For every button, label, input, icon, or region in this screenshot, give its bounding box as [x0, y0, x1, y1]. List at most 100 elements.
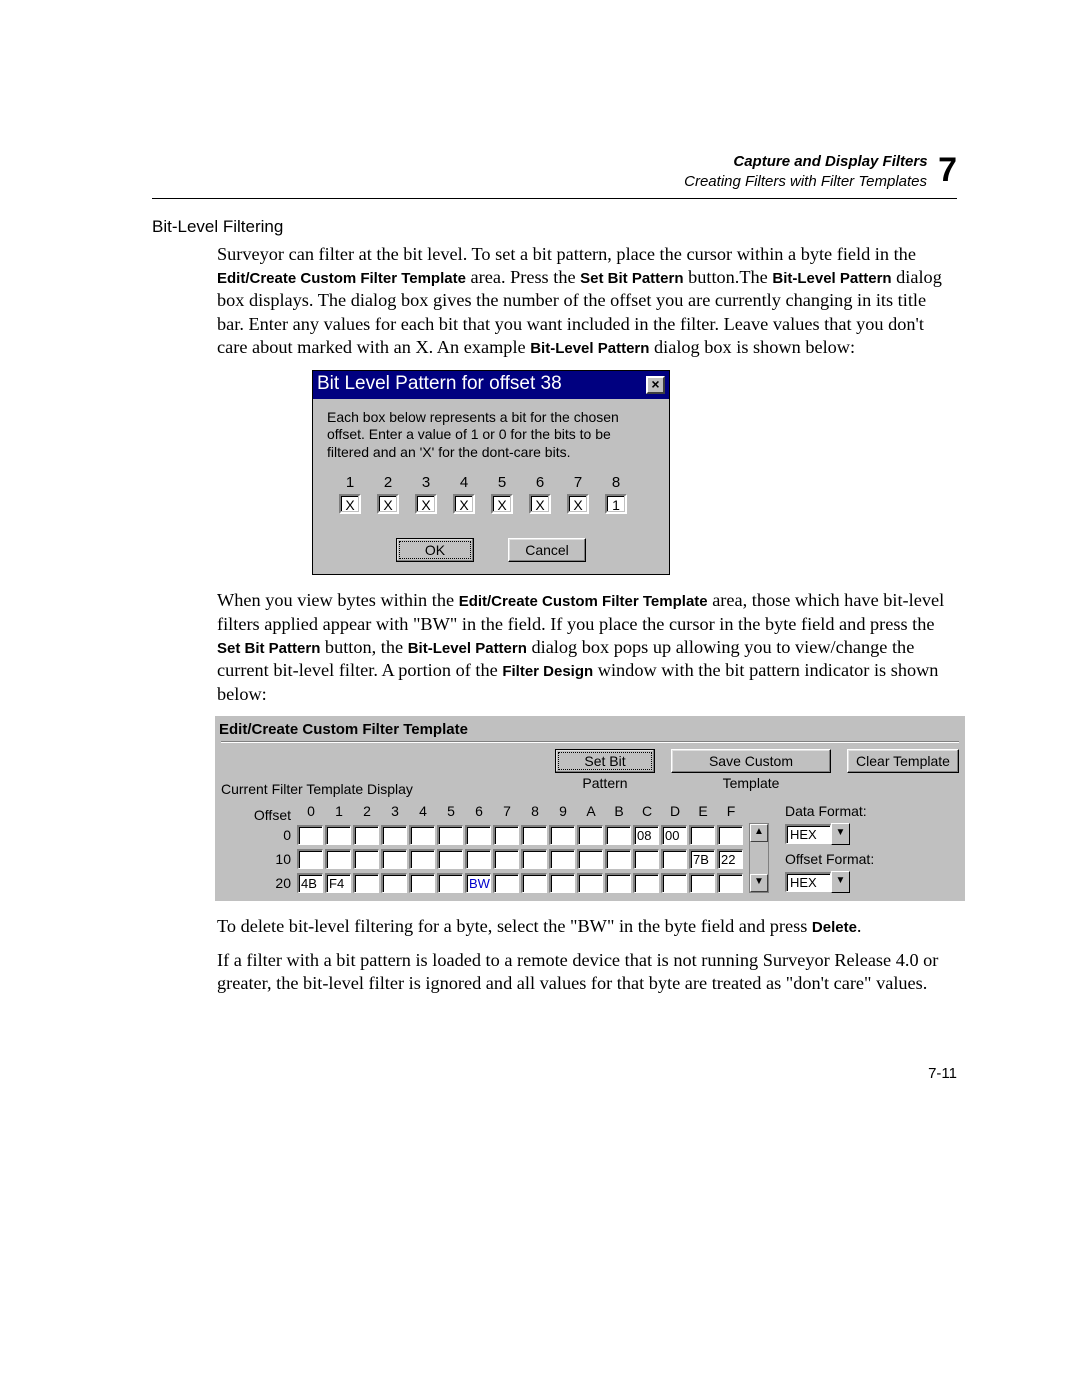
byte-cell[interactable]	[605, 849, 631, 869]
bit-label: 5	[483, 473, 521, 492]
byte-cell[interactable]	[325, 849, 351, 869]
cancel-button[interactable]: Cancel	[508, 538, 586, 562]
dialog-title: Bit Level Pattern for offset 38	[317, 372, 562, 396]
bit-input[interactable]: X	[567, 494, 589, 514]
bit-input[interactable]: X	[377, 494, 399, 514]
bit-input[interactable]: 1	[605, 494, 627, 514]
scroll-up-icon[interactable]: ▲	[750, 824, 768, 842]
save-custom-template-button[interactable]: Save Custom Template	[671, 749, 831, 773]
byte-cell[interactable]	[689, 825, 715, 845]
offset-format-select[interactable]: HEX ▼	[785, 871, 850, 893]
byte-cell[interactable]	[521, 825, 547, 845]
col-header: 3	[381, 803, 409, 823]
byte-cell[interactable]: 4B	[297, 873, 323, 893]
bit-label: 6	[521, 473, 559, 492]
col-header: A	[577, 803, 605, 823]
clear-template-button[interactable]: Clear Template	[847, 749, 959, 773]
byte-cell[interactable]	[325, 825, 351, 845]
chapter-number: 7	[938, 153, 957, 187]
col-header: 2	[353, 803, 381, 823]
col-header: E	[689, 803, 717, 823]
scroll-down-icon[interactable]: ▼	[750, 874, 768, 892]
bit-label: 2	[369, 473, 407, 492]
chevron-down-icon[interactable]: ▼	[831, 823, 850, 845]
bit-input[interactable]: X	[339, 494, 361, 514]
bit-input[interactable]: X	[529, 494, 551, 514]
byte-cell[interactable]: 08	[633, 825, 659, 845]
filter-template-panel: Edit/Create Custom Filter Template Set B…	[215, 716, 965, 901]
byte-cell[interactable]	[381, 849, 407, 869]
scrollbar[interactable]: ▲ ▼	[749, 823, 769, 893]
paragraph-4: If a filter with a bit pattern is loaded…	[217, 949, 957, 996]
paragraph-3: To delete bit-level filtering for a byte…	[217, 915, 957, 938]
close-icon[interactable]: ×	[646, 376, 665, 394]
byte-cell[interactable]	[493, 873, 519, 893]
byte-cell[interactable]	[409, 849, 435, 869]
byte-cell[interactable]	[381, 825, 407, 845]
byte-cell[interactable]	[297, 825, 323, 845]
byte-cell[interactable]	[661, 849, 687, 869]
group-title: Edit/Create Custom Filter Template	[219, 720, 959, 739]
byte-cell[interactable]	[605, 873, 631, 893]
bit-input[interactable]: X	[453, 494, 475, 514]
byte-cell[interactable]	[437, 849, 463, 869]
byte-cell[interactable]	[605, 825, 631, 845]
col-header: 8	[521, 803, 549, 823]
byte-cell[interactable]	[493, 825, 519, 845]
col-header: D	[661, 803, 689, 823]
col-header: 9	[549, 803, 577, 823]
byte-cell[interactable]	[661, 873, 687, 893]
set-bit-pattern-button[interactable]: Set Bit Pattern	[555, 749, 655, 773]
byte-cell[interactable]	[577, 873, 603, 893]
byte-cell[interactable]: F4	[325, 873, 351, 893]
byte-cell[interactable]: 22	[717, 849, 743, 869]
byte-cell[interactable]	[409, 825, 435, 845]
col-header: F	[717, 803, 745, 823]
byte-cell[interactable]: 7B	[689, 849, 715, 869]
byte-cell[interactable]	[577, 825, 603, 845]
byte-cell[interactable]	[297, 849, 323, 869]
col-header: 5	[437, 803, 465, 823]
offset-label: Offset	[221, 803, 291, 823]
byte-cell[interactable]	[465, 849, 491, 869]
dialog-text: Each box below represents a bit for the …	[327, 409, 655, 462]
byte-cell[interactable]	[353, 873, 379, 893]
bit-input[interactable]: X	[415, 494, 437, 514]
byte-cell[interactable]	[521, 873, 547, 893]
byte-cell[interactable]	[689, 873, 715, 893]
byte-cell[interactable]	[549, 849, 575, 869]
col-header: C	[633, 803, 661, 823]
header-line2: Creating Filters with Filter Templates	[684, 173, 927, 192]
bit-input[interactable]: X	[491, 494, 513, 514]
byte-cell[interactable]	[549, 873, 575, 893]
byte-cell[interactable]	[549, 825, 575, 845]
offset-format-label: Offset Format:	[785, 851, 874, 869]
byte-cell[interactable]: 00	[661, 825, 687, 845]
byte-cell[interactable]: BW	[465, 873, 491, 893]
byte-cell[interactable]	[717, 873, 743, 893]
ok-button[interactable]: OK	[396, 538, 474, 562]
paragraph-2: When you view bytes within the Edit/Crea…	[217, 589, 957, 706]
data-format-select[interactable]: HEX ▼	[785, 823, 850, 845]
byte-cell[interactable]	[493, 849, 519, 869]
dialog-titlebar: Bit Level Pattern for offset 38 ×	[313, 371, 669, 399]
byte-cell[interactable]	[465, 825, 491, 845]
byte-cell[interactable]	[577, 849, 603, 869]
byte-cell[interactable]	[633, 849, 659, 869]
paragraph-1: Surveyor can filter at the bit level. To…	[217, 243, 957, 360]
byte-cell[interactable]	[717, 825, 743, 845]
col-header: 0	[297, 803, 325, 823]
byte-cell[interactable]	[353, 825, 379, 845]
byte-cell[interactable]	[521, 849, 547, 869]
table-row: 4BF4 BW	[297, 871, 745, 895]
byte-cell[interactable]	[437, 825, 463, 845]
byte-cell[interactable]	[409, 873, 435, 893]
byte-cell[interactable]	[437, 873, 463, 893]
page-number: 7-11	[152, 1065, 957, 1082]
byte-cell[interactable]	[353, 849, 379, 869]
byte-cell[interactable]	[381, 873, 407, 893]
byte-cell[interactable]	[633, 873, 659, 893]
table-row: 7B22	[297, 847, 745, 871]
chevron-down-icon[interactable]: ▼	[831, 871, 850, 893]
column-headers: 0123456789ABCDEF	[297, 803, 745, 823]
